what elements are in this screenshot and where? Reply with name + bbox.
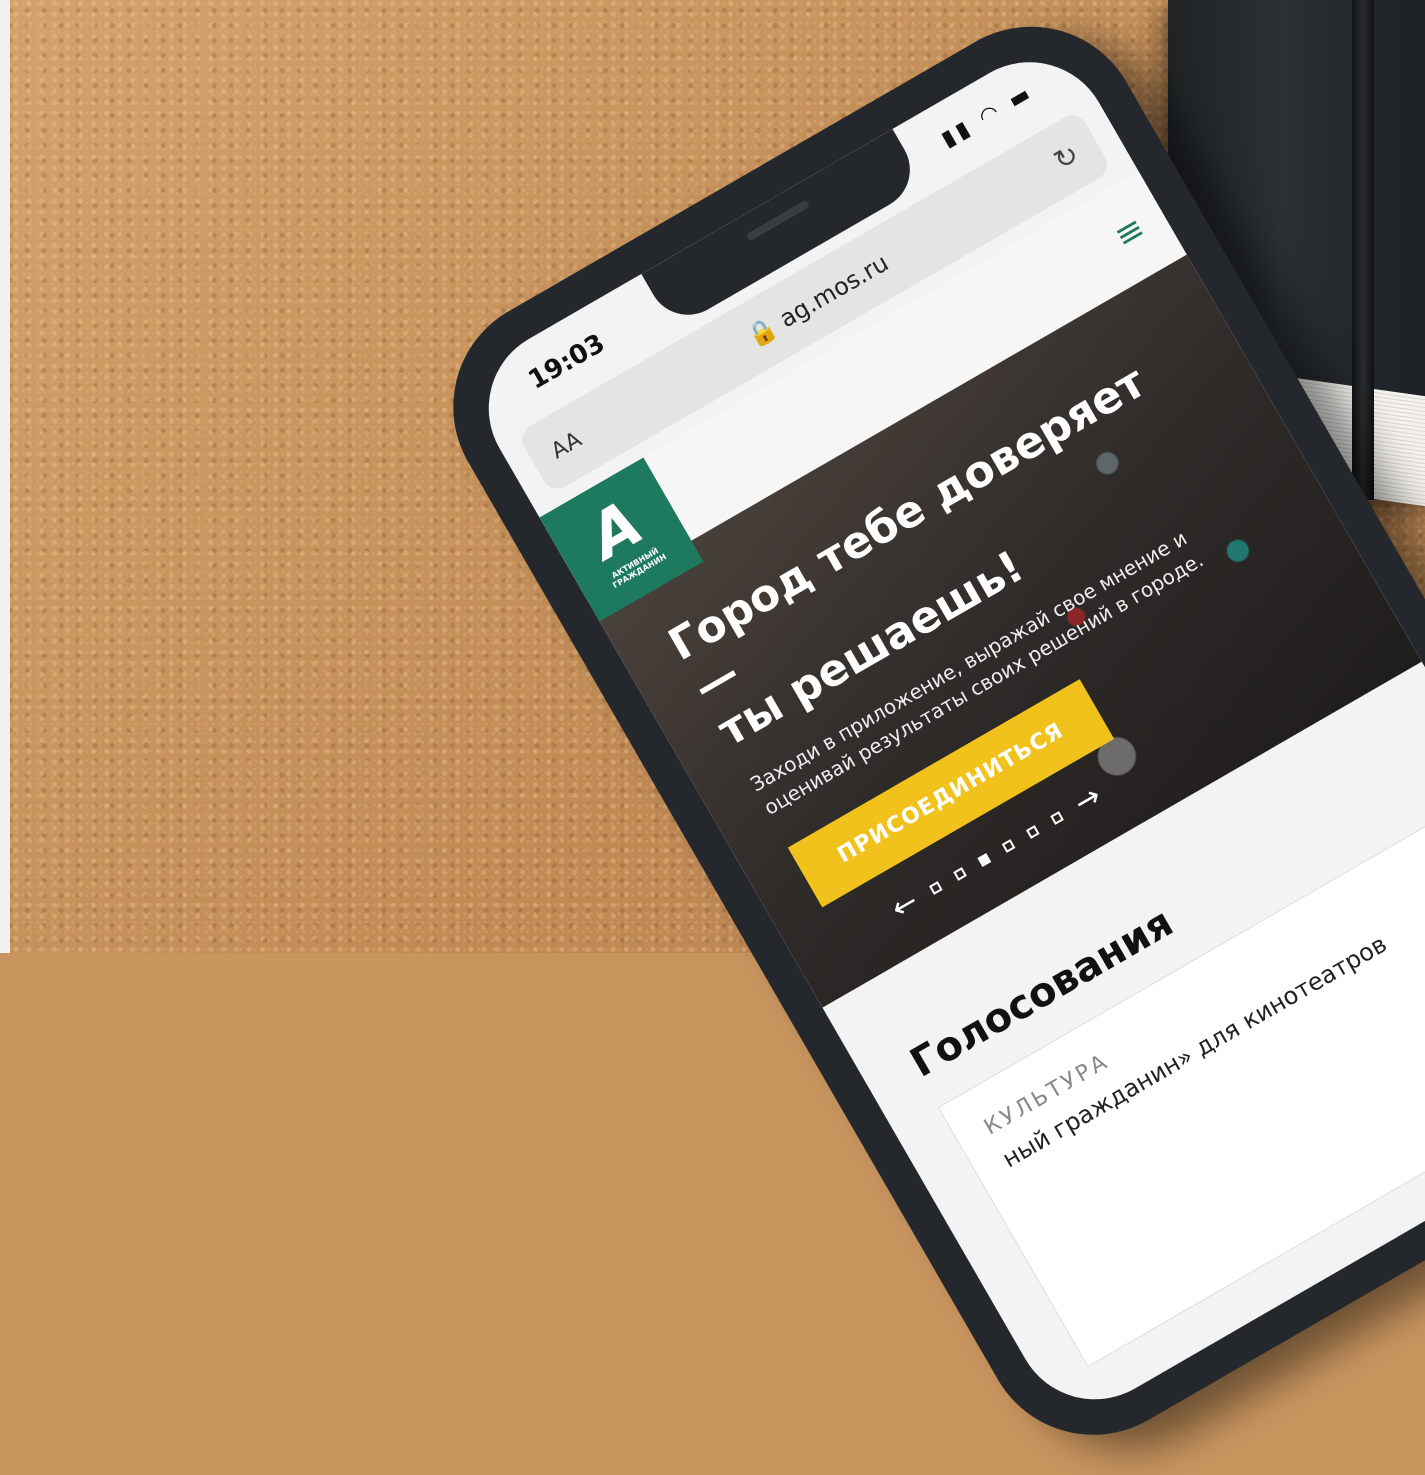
- slider-dot-active[interactable]: [977, 852, 992, 867]
- status-time: 19:03: [523, 328, 611, 396]
- slider-dot[interactable]: [928, 880, 943, 895]
- page-edge: [0, 0, 10, 953]
- reload-icon[interactable]: ↻: [1048, 137, 1085, 177]
- url-text: ag.mos.ru: [774, 248, 894, 334]
- text-size-button[interactable]: AA: [547, 427, 586, 464]
- wifi-icon: ◠: [974, 97, 1008, 131]
- slider-dot[interactable]: [1001, 838, 1016, 853]
- slider-dot[interactable]: [953, 866, 967, 881]
- hamburger-menu-icon[interactable]: ≡: [1107, 208, 1152, 257]
- arrow-right-icon[interactable]: →: [1068, 778, 1107, 821]
- signal-icon: ▮▮: [937, 114, 978, 153]
- lock-icon: 🔒: [742, 312, 783, 352]
- notebook-strap: [1352, 0, 1374, 500]
- slider-dot[interactable]: [1050, 810, 1064, 825]
- battery-icon: ▬: [1004, 79, 1039, 114]
- slider-dot[interactable]: [1025, 824, 1040, 839]
- arrow-left-icon[interactable]: ←: [885, 884, 924, 927]
